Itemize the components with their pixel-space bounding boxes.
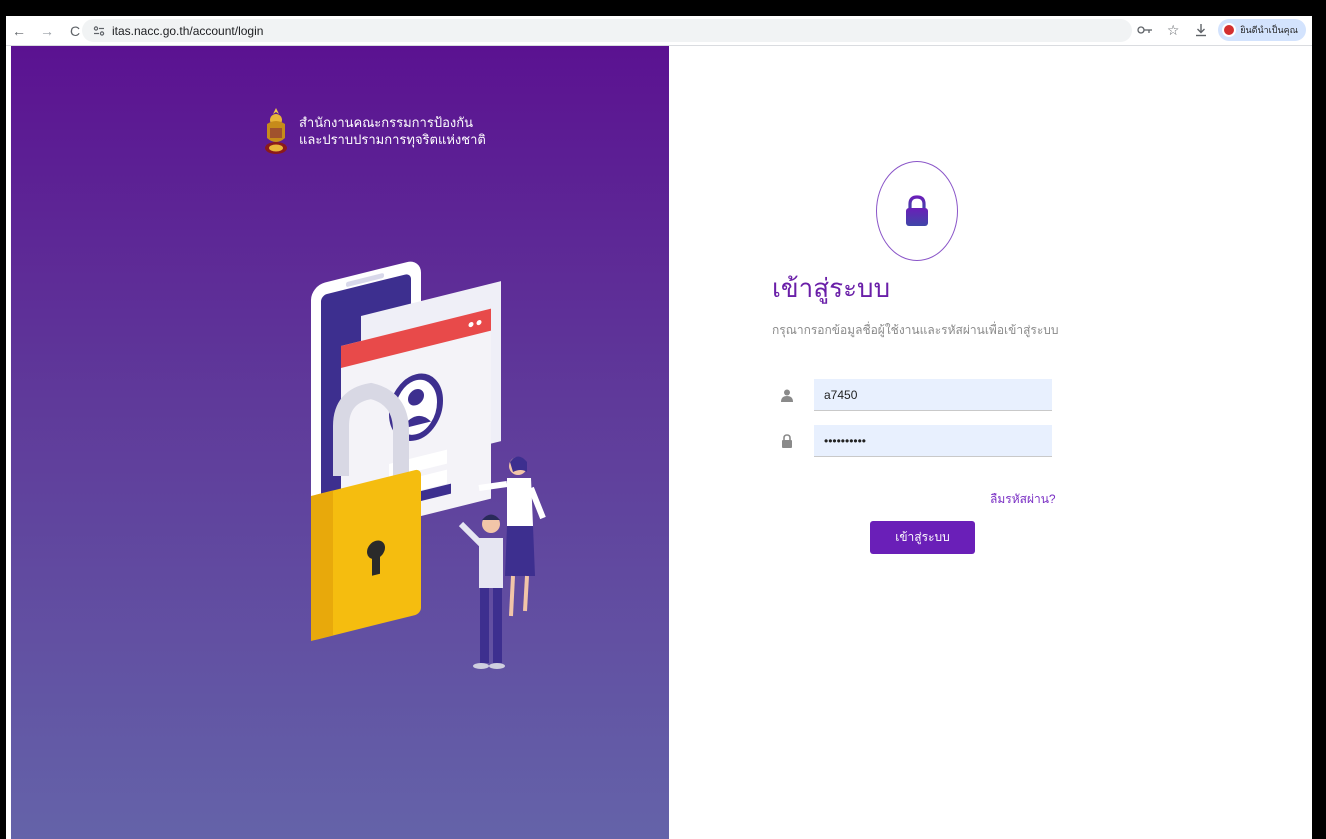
organization-name-line1: สำนักงานคณะกรรมการป้องกัน	[299, 115, 473, 130]
organization-header: สำนักงานคณะกรรมการป้องกัน และปราบปรามการ…	[261, 106, 486, 156]
lock-badge	[876, 161, 958, 261]
user-icon	[779, 387, 795, 403]
username-input[interactable]	[814, 379, 1052, 411]
browser-toolbar: ← → C itas.nacc.go.th/account/login ☆ ยิ…	[6, 16, 1312, 46]
site-info-icon[interactable]	[90, 25, 108, 37]
password-lock-icon	[779, 433, 795, 449]
security-illustration	[311, 261, 546, 669]
browser-window: ← → C itas.nacc.go.th/account/login ☆ ยิ…	[6, 16, 1312, 839]
login-button[interactable]: เข้าสู่ระบบ	[870, 521, 975, 554]
organization-name-line2: และปราบปรามการทุจริตแห่งชาติ	[299, 132, 486, 147]
lock-icon	[906, 195, 928, 226]
page-subtitle: กรุณากรอกข้อมูลชื่อผู้ใช้งานและรหัสผ่านเ…	[772, 323, 1059, 337]
profile-button[interactable]: ยินดีนำเป็นคุณ	[1218, 19, 1306, 41]
username-row	[779, 379, 1052, 411]
forward-icon[interactable]: →	[36, 20, 58, 42]
profile-avatar	[1222, 23, 1237, 37]
password-row	[779, 425, 1052, 457]
illustration-panel: สำนักงานคณะกรรมการป้องกัน และปราบปรามการ…	[11, 46, 669, 839]
organization-emblem-icon	[265, 108, 287, 154]
page-title: เข้าสู่ระบบ	[772, 273, 891, 303]
profile-label: ยินดีนำเป็นคุณ	[1240, 25, 1298, 35]
key-icon[interactable]	[1134, 19, 1156, 41]
bookmark-star-icon[interactable]: ☆	[1162, 19, 1184, 41]
download-icon[interactable]	[1190, 19, 1212, 41]
back-icon[interactable]: ←	[8, 20, 30, 42]
address-bar[interactable]: itas.nacc.go.th/account/login	[82, 19, 1132, 42]
password-input[interactable]	[814, 425, 1052, 457]
login-panel: เข้าสู่ระบบ กรุณากรอกข้อมูลชื่อผู้ใช้งาน…	[669, 46, 1312, 839]
url-text: itas.nacc.go.th/account/login	[112, 23, 264, 38]
forgot-password-link[interactable]: ลืมรหัสผ่าน?	[990, 490, 1056, 509]
